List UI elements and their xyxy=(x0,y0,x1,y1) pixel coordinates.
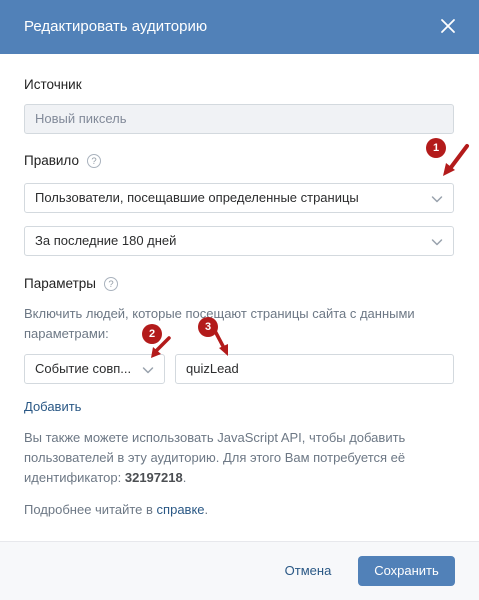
rule-help-icon[interactable]: ? xyxy=(86,154,101,168)
source-field: Новый пиксель xyxy=(24,104,454,134)
api-info-tail: . xyxy=(182,470,187,485)
modal-header: Редактировать аудиторию xyxy=(0,0,479,54)
condition-select-value: Событие совп... xyxy=(35,361,132,376)
period-select-value: За последние 180 дней xyxy=(35,233,177,248)
add-parameter-link[interactable]: Добавить xyxy=(24,399,81,414)
api-info-body: Вы также можете использовать JavaScript … xyxy=(24,430,406,485)
rule-select[interactable]: Пользователи, посещавшие определенные ст… xyxy=(24,183,454,213)
edit-audience-modal: Редактировать аудиторию Источник Новый п… xyxy=(0,0,479,600)
chevron-down-icon xyxy=(431,239,443,246)
api-info-text: Вы также можете использовать JavaScript … xyxy=(24,428,434,488)
rule-label: Правило xyxy=(24,153,79,168)
source-label: Источник xyxy=(24,77,82,92)
chevron-down-icon xyxy=(142,367,154,374)
help-link[interactable]: справке xyxy=(157,502,205,517)
more-info-text: Подробнее читайте в справке. xyxy=(24,500,208,520)
save-button[interactable]: Сохранить xyxy=(358,556,455,586)
annotation-arrow-3-icon xyxy=(213,329,228,356)
audience-identifier: 32197218 xyxy=(124,470,183,485)
condition-select[interactable]: Событие совп... xyxy=(24,354,165,384)
annotation-arrow-1-icon xyxy=(443,144,469,176)
rule-select-value: Пользователи, посещавшие определенные ст… xyxy=(35,190,359,205)
modal-title: Редактировать аудиторию xyxy=(24,18,208,35)
params-label-row: Параметры? xyxy=(24,276,118,291)
more-info-prefix: Подробнее читайте в xyxy=(24,502,153,517)
close-icon xyxy=(441,19,455,33)
chevron-down-icon xyxy=(431,196,443,203)
close-button[interactable] xyxy=(439,17,457,35)
annotation-arrow-2-icon xyxy=(151,336,171,358)
cancel-button[interactable]: Отмена xyxy=(278,557,338,585)
more-info-suffix: . xyxy=(204,502,209,517)
params-help-icon[interactable]: ? xyxy=(103,277,118,291)
rule-label-row: Правило? xyxy=(24,153,101,168)
period-select[interactable]: За последние 180 дней xyxy=(24,226,454,256)
add-link-row: Добавить xyxy=(24,397,81,417)
params-label: Параметры xyxy=(24,276,96,291)
